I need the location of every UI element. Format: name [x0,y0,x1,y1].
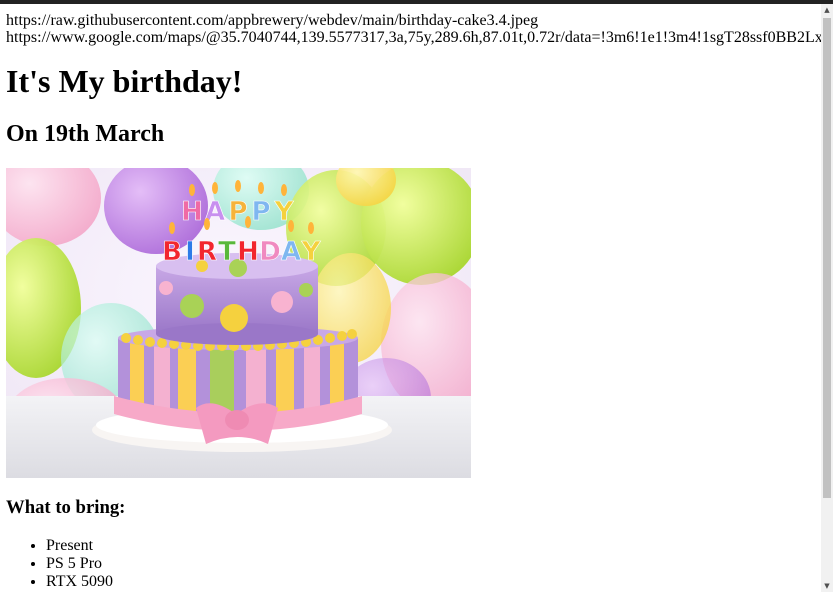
vertical-scrollbar[interactable]: ▲ ▼ [821,4,833,592]
svg-text:B: B [162,237,182,267]
date-subheading: On 19th March [6,121,165,147]
map-url-text: https://www.google.com/maps/@35.7040744,… [6,29,821,46]
svg-text:I: I [185,237,195,267]
image-url-text: https://raw.githubusercontent.com/appbre… [6,12,539,29]
svg-text:A: A [281,237,301,267]
scroll-up-arrow-icon[interactable]: ▲ [821,4,833,16]
bring-list-heading: What to bring: [6,497,126,518]
svg-text:P: P [228,197,247,227]
birthday-cake-image: H A P P Y B I R T H D A Y [6,168,471,478]
page-title: It's My birthday! [6,63,243,99]
scroll-down-arrow-icon[interactable]: ▼ [821,580,833,592]
page-viewport: https://raw.githubusercontent.com/appbre… [0,4,821,592]
svg-text:Y: Y [301,237,322,267]
svg-text:T: T [218,237,236,267]
svg-text:D: D [259,237,281,267]
list-item: RTX 5090 [46,573,821,591]
svg-text:P: P [251,197,270,227]
scrollbar-thumb[interactable] [823,18,831,498]
svg-text:H: H [181,197,203,227]
page-content: https://raw.githubusercontent.com/appbre… [0,4,821,591]
svg-text:R: R [197,237,217,267]
svg-text:H: H [237,237,259,267]
list-item: Present [46,537,821,555]
bring-list: Present PS 5 Pro RTX 5090 [6,537,821,591]
list-item: PS 5 Pro [46,555,821,573]
